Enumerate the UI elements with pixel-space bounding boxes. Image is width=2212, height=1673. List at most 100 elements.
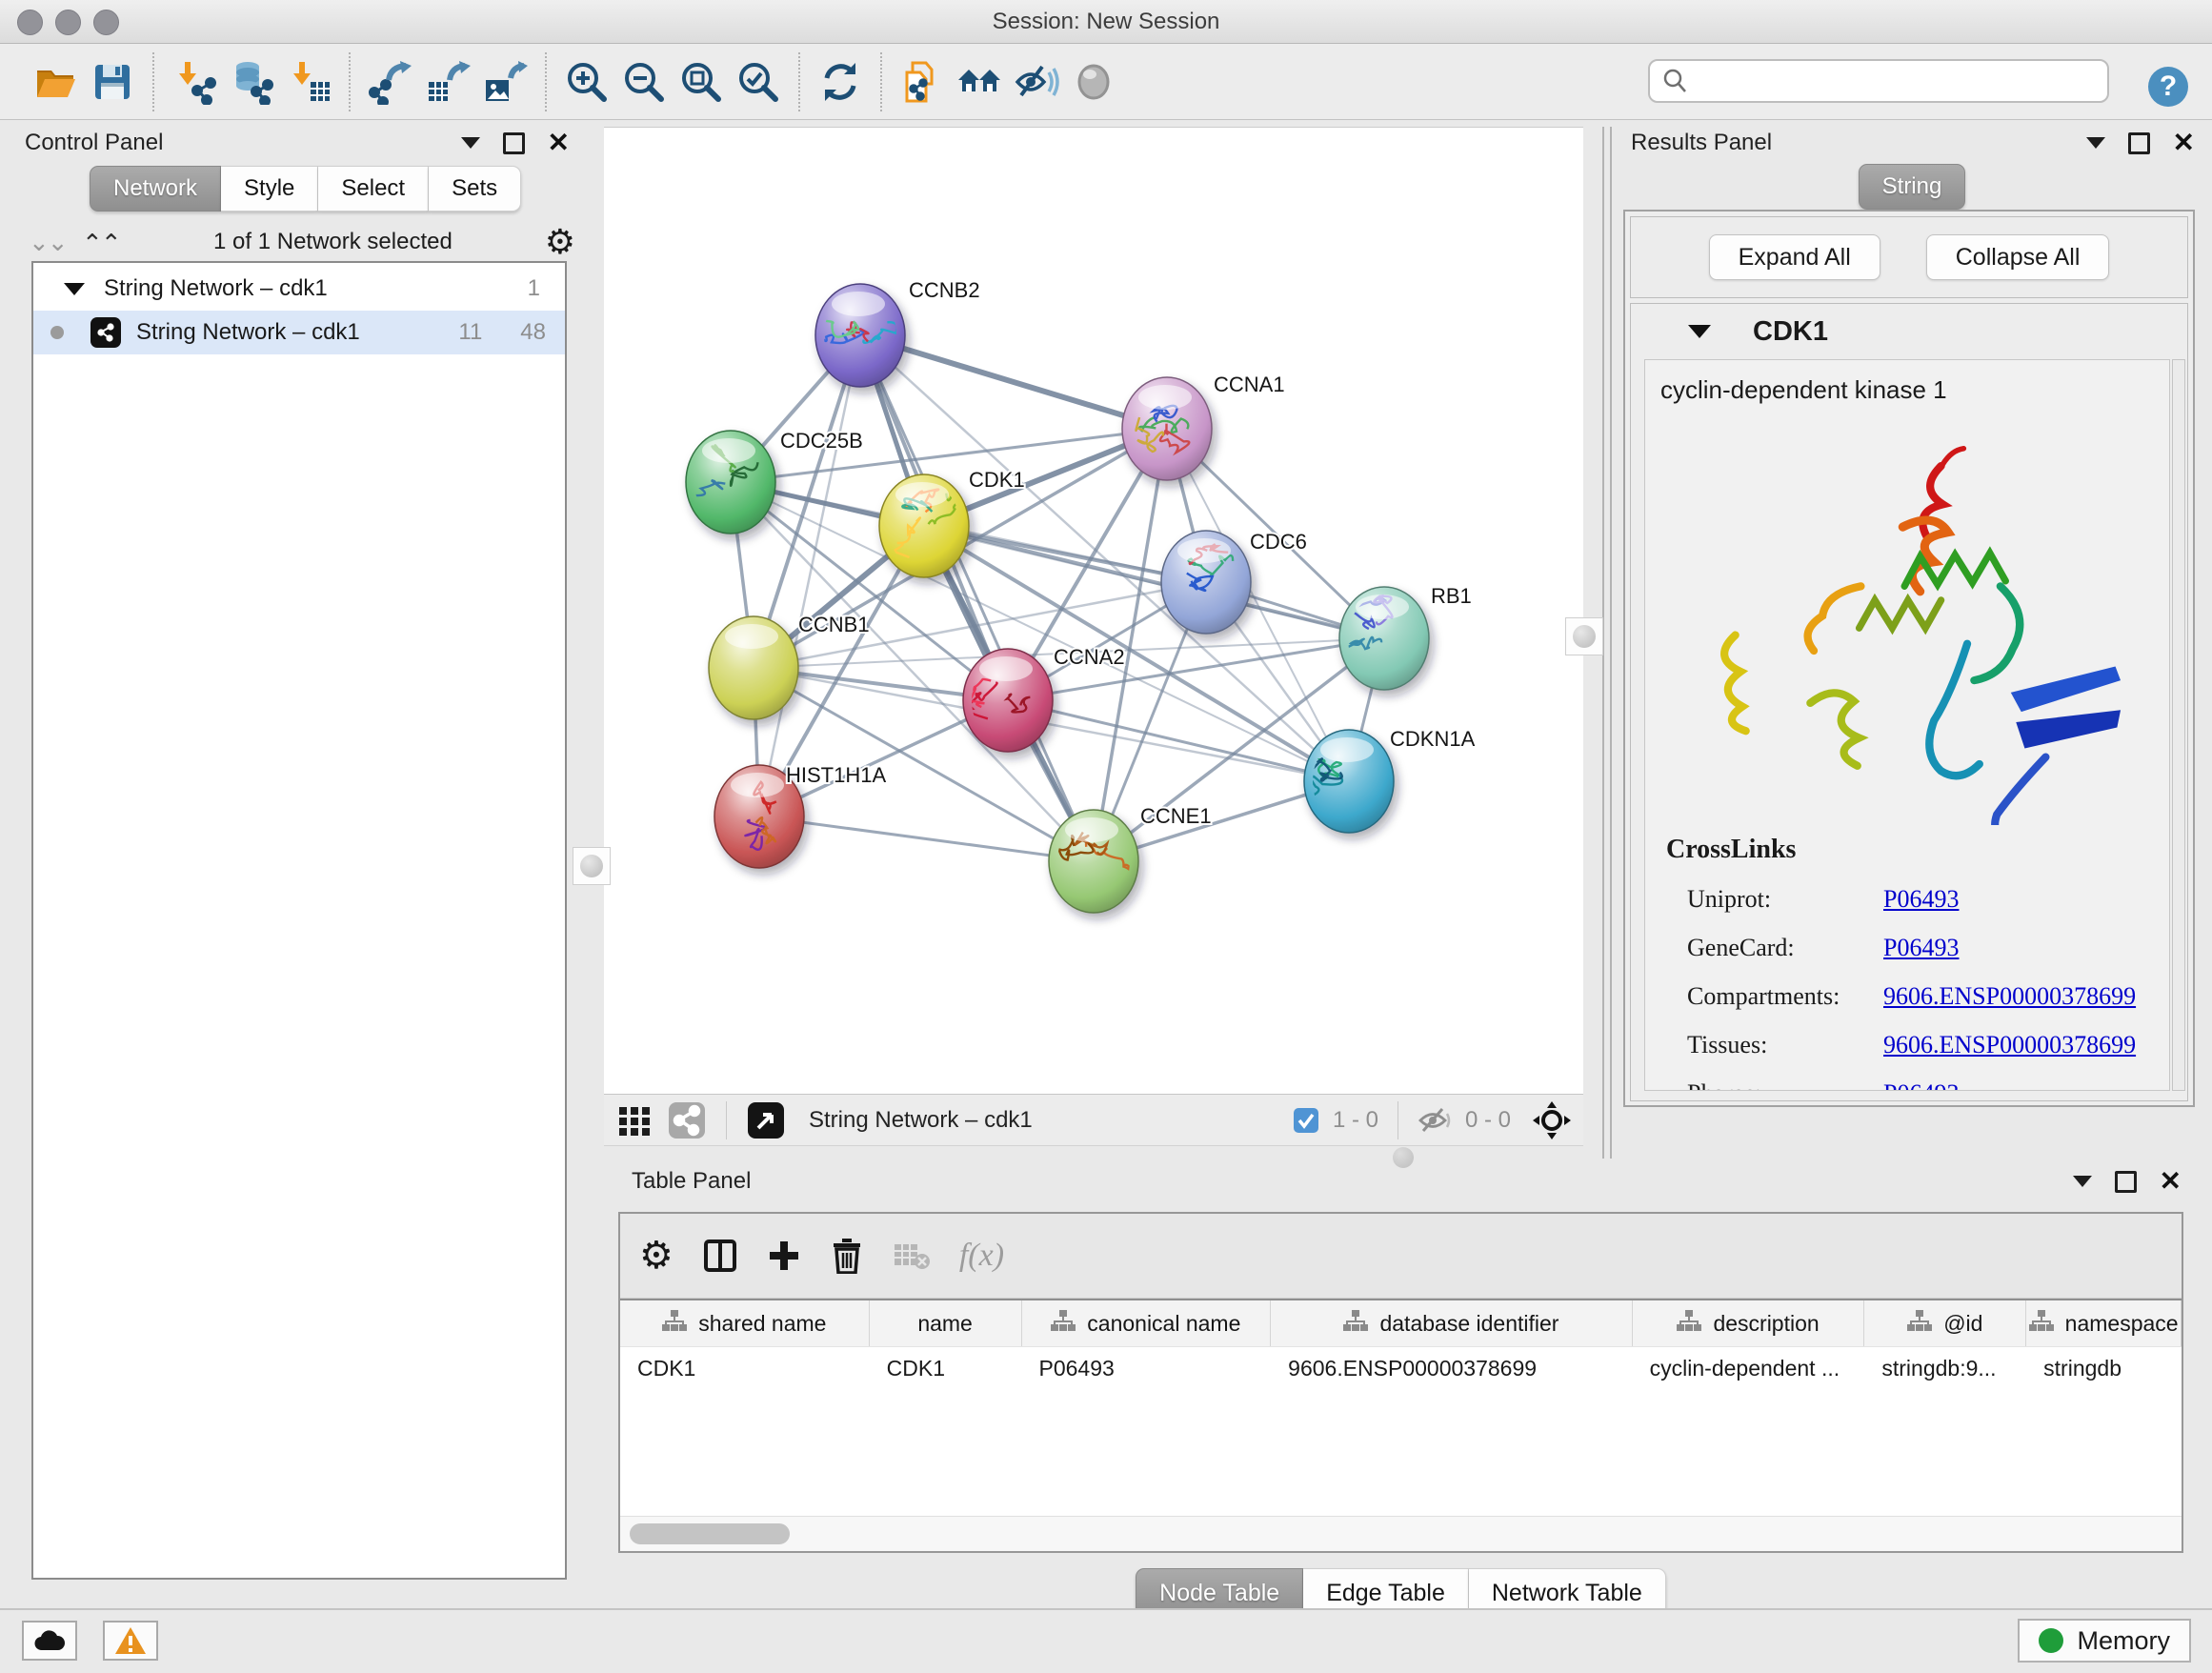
panel-float-icon[interactable] [2115, 1171, 2137, 1193]
zoom-selected-button[interactable] [730, 52, 787, 111]
panel-menu-icon[interactable] [2073, 1176, 2092, 1187]
search-box[interactable] [1648, 59, 2109, 103]
cloud-button[interactable] [22, 1621, 77, 1661]
scrollbar-thumb[interactable] [630, 1523, 790, 1544]
column-header-name[interactable]: name [870, 1300, 1022, 1346]
table-cell[interactable]: CDK1 [870, 1347, 1022, 1389]
memory-button[interactable]: Memory [2018, 1619, 2191, 1663]
crosslink-link[interactable]: P06493 [1883, 1079, 1959, 1091]
panel-float-icon[interactable] [503, 132, 525, 154]
tab-network[interactable]: Network [90, 166, 221, 212]
show-all-button[interactable] [1065, 52, 1122, 111]
section-collapse-caret-icon[interactable] [1688, 325, 1711, 338]
network-node-CCNE1[interactable] [1049, 810, 1138, 913]
table-cell[interactable]: CDK1 [620, 1347, 870, 1389]
export-image-button[interactable] [476, 52, 533, 111]
table-row[interactable]: CDK1CDK1P064939606.ENSP00000378699cyclin… [620, 1346, 2182, 1389]
create-column-plus-icon[interactable] [767, 1239, 801, 1273]
table-cell[interactable]: cyclin-dependent ... [1633, 1347, 1865, 1389]
network-node-CCNA1[interactable] [1122, 377, 1212, 480]
window-title: Session: New Session [993, 9, 1220, 35]
grid-view-icon[interactable] [615, 1101, 654, 1139]
collection-expand-caret-icon[interactable] [64, 283, 85, 295]
network-node-CCNB2[interactable] [800, 284, 905, 387]
expand-all-button[interactable]: Expand All [1709, 234, 1880, 280]
crosslink-link[interactable]: 9606.ENSP00000378699 [1883, 1031, 2136, 1059]
export-network-button[interactable] [362, 52, 419, 111]
network-node-CCNA2[interactable] [963, 649, 1053, 752]
network-collection-row[interactable]: String Network – cdk1 1 [33, 267, 565, 311]
table-cell[interactable]: 9606.ENSP00000378699 [1271, 1347, 1633, 1389]
export-table-button[interactable] [419, 52, 476, 111]
window-close-button[interactable] [17, 10, 43, 35]
tab-style[interactable]: Style [221, 166, 318, 212]
help-button[interactable]: ? [2140, 57, 2197, 116]
collapse-all-button[interactable]: Collapse All [1926, 234, 2110, 280]
tab-sets[interactable]: Sets [429, 166, 521, 212]
network-node-CDKN1A[interactable] [1292, 730, 1394, 833]
column-header-canonical-name[interactable]: canonical name [1022, 1300, 1272, 1346]
zoom-in-button[interactable] [558, 52, 615, 111]
panel-menu-icon[interactable] [2086, 137, 2105, 149]
table-cell[interactable]: stringdb:9... [1864, 1347, 2026, 1389]
network-node-CDK1[interactable] [879, 474, 969, 577]
new-network-from-selection-button[interactable] [894, 52, 951, 111]
network-node-CDC6[interactable] [1161, 531, 1251, 634]
import-network-from-file-button[interactable] [166, 52, 223, 111]
network-node-CDC25B[interactable] [670, 431, 775, 534]
network-row-selected[interactable]: String Network – cdk1 11 48 [33, 311, 565, 354]
fit-content-button[interactable] [673, 52, 730, 111]
save-session-button[interactable] [84, 52, 141, 111]
network-node-RB1[interactable] [1339, 587, 1429, 690]
column-label: @id [1943, 1311, 1982, 1337]
open-session-button[interactable] [27, 52, 84, 111]
right-splitter-handle[interactable] [1565, 617, 1603, 655]
table-cell[interactable]: P06493 [1021, 1347, 1271, 1389]
crosslink-link[interactable]: P06493 [1883, 934, 1959, 962]
table-options-gear-icon[interactable]: ⚙ [639, 1234, 674, 1278]
panel-close-icon[interactable]: ✕ [2173, 133, 2195, 152]
left-splitter-handle[interactable] [573, 847, 611, 885]
zoom-out-button[interactable] [615, 52, 673, 111]
crosshair-icon[interactable] [1532, 1100, 1572, 1140]
column-header-description[interactable]: description [1633, 1300, 1865, 1346]
column-header-shared-name[interactable]: shared name [620, 1300, 870, 1346]
share-view-icon[interactable] [667, 1100, 707, 1140]
birdseye-view-icon[interactable] [746, 1100, 786, 1140]
tab-select[interactable]: Select [318, 166, 429, 212]
hide-selected-button[interactable] [1008, 52, 1065, 111]
panel-float-icon[interactable] [2128, 132, 2150, 154]
column-header-@id[interactable]: @id [1864, 1300, 2026, 1346]
window-zoom-button[interactable] [93, 10, 119, 35]
tab-string[interactable]: String [1859, 164, 1966, 210]
panel-close-icon[interactable]: ✕ [548, 133, 570, 152]
collapse-all-chevron-icon[interactable]: ⌄⌄ [29, 232, 67, 252]
window-minimize-button[interactable] [55, 10, 81, 35]
table-cell[interactable]: stringdb [2026, 1347, 2182, 1389]
table-horizontal-scrollbar[interactable] [620, 1516, 2182, 1551]
column-header-namespace[interactable]: namespace [2026, 1300, 2182, 1346]
hidden-eye-icon[interactable] [1418, 1106, 1452, 1135]
hierarchy-icon [662, 1309, 687, 1338]
import-network-from-database-button[interactable] [223, 52, 280, 111]
vertical-splitter[interactable] [1602, 127, 1612, 1159]
panel-close-icon[interactable]: ✕ [2160, 1172, 2182, 1191]
selected-checkbox-icon[interactable] [1293, 1107, 1319, 1134]
panel-menu-icon[interactable] [461, 137, 480, 149]
network-options-gear-icon[interactable]: ⚙ [545, 222, 575, 262]
crosslink-link[interactable]: 9606.ENSP00000378699 [1883, 982, 2136, 1011]
network-canvas[interactable]: CCNB2CCNA1CDC25BCDK1CDC6RB1CCNB1CCNA2CDK… [604, 127, 1583, 1095]
import-table-from-file-button[interactable] [280, 52, 337, 111]
expand-all-chevron-icon[interactable]: ⌄⌄ [84, 232, 122, 252]
show-columns-icon[interactable] [702, 1238, 738, 1274]
crosslink-link[interactable]: P06493 [1883, 885, 1959, 914]
delete-column-trash-icon[interactable] [830, 1238, 864, 1274]
first-neighbors-button[interactable] [951, 52, 1008, 111]
column-header-database-identifier[interactable]: database identifier [1271, 1300, 1633, 1346]
results-scrollbar[interactable] [2172, 359, 2185, 1091]
protein-section-header[interactable]: CDK1 [1631, 304, 2187, 359]
search-input[interactable] [1690, 67, 2094, 95]
network-node-CCNB1[interactable] [709, 616, 798, 719]
warnings-button[interactable] [103, 1621, 158, 1661]
refresh-button[interactable] [812, 52, 869, 111]
